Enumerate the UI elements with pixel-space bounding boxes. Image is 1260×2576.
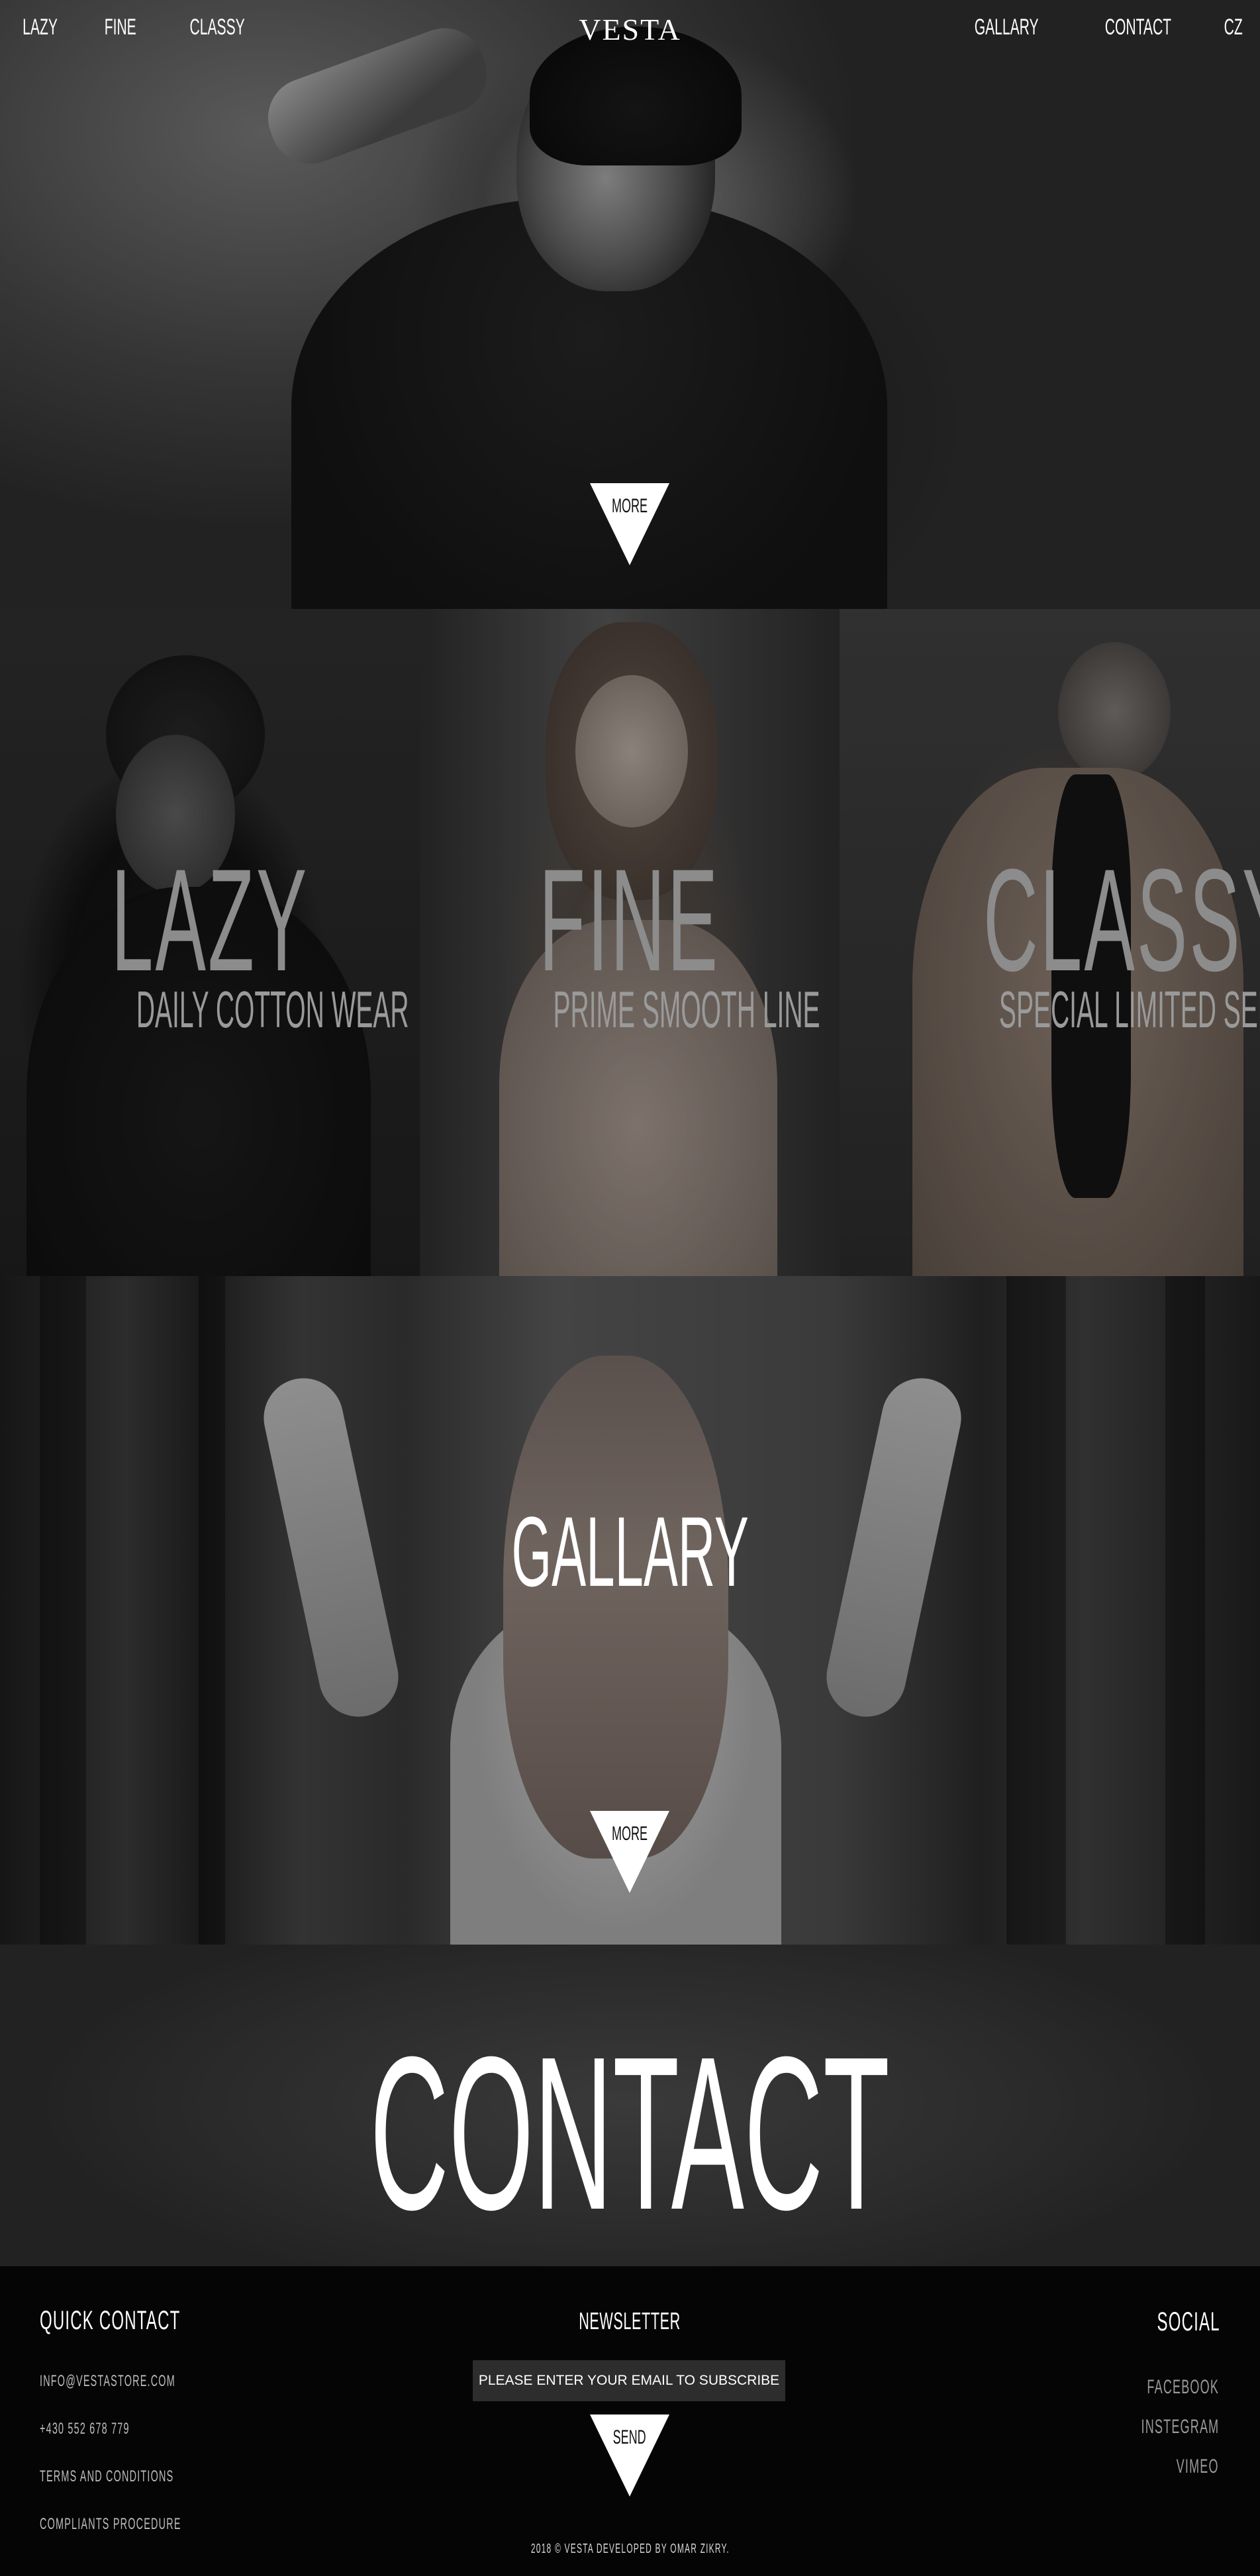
newsletter-send-button[interactable]: SEND [590, 2415, 669, 2497]
newsletter-email-input[interactable] [473, 2360, 785, 2401]
contact-title: CONTACT [369, 2011, 891, 2255]
hero-more-label: MORE [612, 495, 648, 517]
social-link-facebook[interactable]: FACEBOOK [1099, 2376, 1219, 2399]
social-link-vimeo[interactable]: VIMEO [1148, 2456, 1219, 2478]
gallary-more-label: MORE [612, 1823, 648, 1845]
social-link-instagram[interactable]: INSTEGRAM [1089, 2416, 1219, 2438]
gallary-title: GALLARY [511, 1496, 749, 1607]
category-title: FINE [539, 839, 720, 1001]
hero-more-button[interactable]: MORE [590, 483, 669, 565]
contact-email-link[interactable]: INFO@VESTASTORE.COM [40, 2372, 266, 2391]
contact-section[interactable]: CONTACT [0, 1945, 1260, 2266]
nav-link-language[interactable]: CZ [1224, 15, 1242, 40]
terms-link[interactable]: TERMS AND CONDITIONS [40, 2467, 263, 2486]
category-title: LAZY [111, 839, 309, 1001]
top-nav-right: GALLARY CONTACT CZ [955, 15, 1248, 40]
category-card-lazy[interactable]: LAZY DAILY COTTON WEAR [0, 609, 420, 1276]
send-label: SEND [612, 2426, 646, 2448]
gallary-more-button[interactable]: MORE [590, 1811, 669, 1893]
category-title: CLASSY [983, 839, 1260, 1001]
nav-link-gallary[interactable]: GALLARY [974, 15, 1038, 40]
category-subtitle: PRIME SMOOTH LINE [553, 980, 820, 1038]
category-subtitle: DAILY COTTON WEAR [136, 980, 409, 1038]
nav-link-contact[interactable]: CONTACT [1105, 15, 1171, 40]
category-card-fine[interactable]: FINE PRIME SMOOTH LINE [420, 609, 840, 1276]
complaints-link[interactable]: COMPLIANTS PROCEDURE [40, 2515, 275, 2534]
categories-section: LAZY DAILY COTTON WEAR FINE PRIME SMOOTH… [0, 609, 1260, 1276]
gallary-section[interactable]: GALLARY MORE [0, 1276, 1260, 1945]
hero-section: LAZY FINE CLASSY VESTA GALLARY CONTACT C… [0, 0, 1260, 609]
copyright-text: 2018 © VESTA DEVELOPED BY OMAR ZIKRY. [530, 2542, 730, 2556]
category-subtitle: SPECIAL LIMITED SERIES [998, 980, 1260, 1038]
category-card-classy[interactable]: CLASSY SPECIAL LIMITED SERIES [840, 609, 1260, 1276]
newsletter-heading: NEWSLETTER [579, 2307, 681, 2334]
footer: QUICK CONTACT INFO@VESTASTORE.COM +430 5… [0, 2266, 1260, 2576]
contact-phone-link[interactable]: +430 552 678 779 [40, 2420, 189, 2438]
hero-model-hair [530, 26, 742, 165]
social-heading: SOCIAL [1157, 2307, 1220, 2336]
